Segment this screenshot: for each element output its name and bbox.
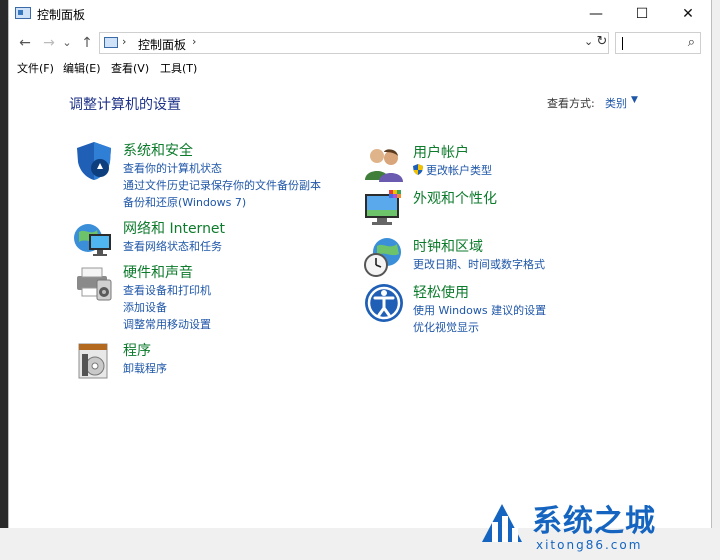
view-by-dropdown[interactable]: 类别: [605, 95, 627, 111]
link-add-device[interactable]: 添加设备: [123, 299, 167, 315]
watermark-title: 系统之城: [532, 504, 656, 539]
page-title: 调整计算机的设置: [69, 97, 181, 113]
category-clock-region: 时钟和区域 更改日期、时间或数字格式: [363, 236, 663, 278]
category-appearance: 外观和个性化: [363, 188, 663, 230]
network-icon[interactable]: [73, 218, 115, 260]
close-button[interactable]: ✕: [665, 0, 711, 28]
category-programs: 程序 卸载程序: [73, 340, 333, 382]
watermark-url: xitong86.com: [536, 538, 643, 552]
category-user-accounts: 用户帐户 更改帐户类型: [363, 142, 663, 184]
link-file-history-backup[interactable]: 通过文件历史记录保存你的文件备份副本: [123, 177, 321, 193]
link-devices-printers[interactable]: 查看设备和打印机: [123, 282, 211, 298]
control-panel-icon: [104, 37, 118, 48]
up-button[interactable]: ↑: [77, 33, 97, 53]
control-panel-icon: [15, 7, 31, 19]
clock-globe-icon[interactable]: [363, 236, 405, 278]
category-system-security: 系统和安全 查看你的计算机状态 通过文件历史记录保存你的文件备份副本 备份和还原…: [73, 140, 333, 210]
category-title[interactable]: 时钟和区域: [413, 236, 483, 256]
link-change-account-type[interactable]: 更改帐户类型: [413, 162, 492, 178]
category-title[interactable]: 硬件和声音: [123, 262, 193, 282]
watermark-logo: 系统之城 xitong86.com: [476, 494, 706, 554]
navigation-bar: ← → ⌄ ↑ › 控制面板 › ⌄ ↻ ⌕: [9, 30, 711, 56]
content-area: 调整计算机的设置 查看方式: 类别 ▼ 系统和安全 查看你的计算机状态 通过文件…: [9, 78, 711, 528]
uac-shield-icon: [413, 164, 423, 175]
category-network-internet: 网络和 Internet 查看网络状态和任务: [73, 218, 333, 260]
link-label: 更改帐户类型: [426, 164, 492, 177]
category-title[interactable]: 轻松使用: [413, 282, 469, 302]
link-optimize-visual-display[interactable]: 优化视觉显示: [413, 319, 479, 335]
menu-bar: 文件(F) 编辑(E) 查看(V) 工具(T): [9, 58, 711, 78]
category-ease-of-access: 轻松使用 使用 Windows 建议的设置 优化视觉显示: [363, 282, 663, 342]
link-uninstall-program[interactable]: 卸载程序: [123, 360, 167, 376]
category-title[interactable]: 程序: [123, 340, 151, 360]
watermark-icon: [482, 504, 522, 542]
desktop-background-right: [712, 0, 720, 560]
link-recommended-settings[interactable]: 使用 Windows 建议的设置: [413, 302, 546, 318]
category-title[interactable]: 用户帐户: [413, 142, 469, 162]
link-backup-restore[interactable]: 备份和还原(Windows 7): [123, 194, 246, 210]
view-by-label: 查看方式:: [547, 97, 595, 110]
category-title[interactable]: 外观和个性化: [413, 188, 497, 208]
menu-view[interactable]: 查看(V): [111, 60, 149, 76]
title-bar[interactable]: 控制面板 — ☐ ✕: [9, 0, 711, 28]
refresh-button[interactable]: ↻: [593, 33, 611, 51]
menu-edit[interactable]: 编辑(E): [63, 60, 101, 76]
menu-tools[interactable]: 工具(T): [160, 60, 197, 76]
chevron-down-icon[interactable]: ▼: [631, 95, 638, 105]
breadcrumb-separator[interactable]: ›: [192, 35, 196, 48]
link-date-time-format[interactable]: 更改日期、时间或数字格式: [413, 256, 545, 272]
category-title[interactable]: 系统和安全: [123, 140, 193, 160]
back-button[interactable]: ←: [15, 33, 35, 53]
window-title: 控制面板: [37, 8, 86, 22]
category-hardware-sound: 硬件和声音 查看设备和打印机 添加设备 调整常用移动设置: [73, 262, 333, 332]
printer-icon[interactable]: [73, 262, 115, 304]
address-dropdown-button[interactable]: ⌄: [584, 35, 593, 48]
address-bar[interactable]: › 控制面板 › ⌄: [99, 32, 609, 54]
users-icon[interactable]: [363, 142, 405, 184]
search-input[interactable]: ⌕: [615, 32, 701, 54]
recent-locations-button[interactable]: ⌄: [61, 33, 73, 53]
link-view-computer-status[interactable]: 查看你的计算机状态: [123, 160, 222, 176]
minimize-button[interactable]: —: [573, 0, 619, 28]
breadcrumb-separator[interactable]: ›: [122, 35, 126, 48]
forward-button[interactable]: →: [39, 33, 59, 53]
link-network-status[interactable]: 查看网络状态和任务: [123, 238, 222, 254]
breadcrumb-control-panel[interactable]: 控制面板: [138, 36, 186, 53]
shield-icon[interactable]: [73, 140, 115, 182]
maximize-button[interactable]: ☐: [619, 0, 665, 28]
link-mobility-settings[interactable]: 调整常用移动设置: [123, 316, 211, 332]
search-icon[interactable]: ⌕: [688, 35, 695, 50]
monitor-icon[interactable]: [363, 188, 405, 230]
programs-icon[interactable]: [73, 340, 115, 382]
control-panel-window: 控制面板 — ☐ ✕ ← → ⌄ ↑ › 控制面板 › ⌄ ↻ ⌕ 文件(F) …: [8, 0, 712, 528]
ease-of-access-icon[interactable]: [363, 282, 405, 324]
menu-file[interactable]: 文件(F): [17, 60, 54, 76]
category-title[interactable]: 网络和 Internet: [123, 218, 225, 238]
text-caret: [622, 37, 623, 50]
